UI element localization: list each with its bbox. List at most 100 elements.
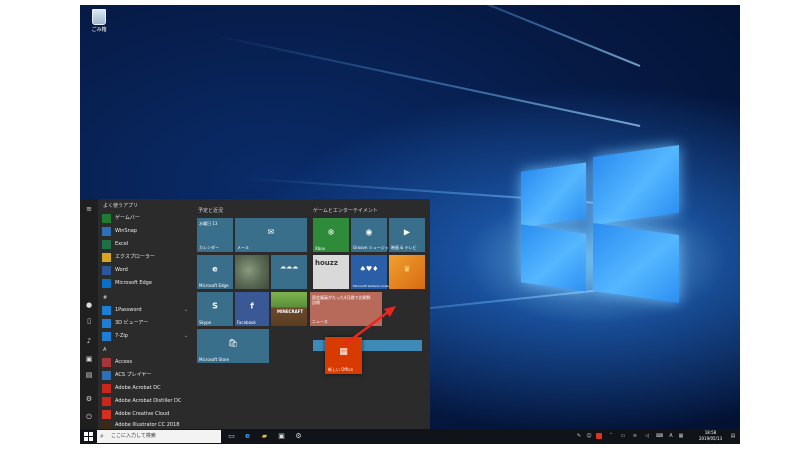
pictures-icon[interactable]: ▣ (85, 355, 93, 363)
skype-icon: S (212, 301, 218, 311)
recycle-bin-shortcut[interactable]: ごみ箱 (88, 9, 110, 33)
mail-tile[interactable]: ✉ メール (235, 218, 307, 252)
movies-tile[interactable]: ▶ 映画 & テレビ (389, 218, 425, 252)
list-item[interactable]: 1Password ⌄ (102, 305, 194, 316)
list-item[interactable]: Microsoft Edge (102, 278, 194, 289)
weather-tile[interactable]: ☁☁☁ (271, 255, 307, 289)
windows-logo-pane (593, 144, 679, 226)
distiller-icon (102, 397, 111, 406)
word-icon (102, 266, 111, 275)
minecraft-tile[interactable]: MINECRAFT (271, 292, 307, 326)
1password-icon (102, 306, 111, 315)
ime-mode-icon[interactable]: ▦ (678, 433, 684, 439)
settings-icon[interactable]: ⚙ (294, 432, 303, 441)
king-game-tile[interactable]: ♛ (389, 255, 425, 289)
search-box[interactable]: ⌕ ここに入力して検索 (97, 430, 221, 443)
list-item[interactable]: 7-Zip ⌄ (102, 331, 194, 342)
chevron-up-icon[interactable]: ˄ (608, 433, 614, 439)
keyboard-icon[interactable]: ⌨ (656, 433, 663, 439)
app-tray-icon[interactable] (596, 433, 602, 439)
clock-date: 2019/05/13 (698, 436, 722, 441)
documents-icon[interactable]: ▯ (85, 317, 93, 325)
section-header-a[interactable]: A (103, 347, 106, 353)
notification-icon[interactable]: ▤ (730, 433, 736, 439)
winsnap-icon (102, 227, 111, 236)
ime-icon[interactable]: A (668, 433, 674, 439)
pen-icon[interactable]: ✎ (576, 433, 582, 439)
list-item[interactable]: WinSnap (102, 226, 194, 237)
network-icon[interactable]: ≋ (632, 433, 638, 439)
power-icon[interactable]: ⏻ (85, 413, 93, 421)
desktop: ごみ箱 ≡ ● ▯ ♪ ▣ ▤ ⚙ ⏻ よく使うアプリ ゲームバー WinSna… (80, 5, 740, 444)
people-icon[interactable]: ☺ (586, 433, 592, 439)
settings-icon[interactable]: ⚙ (85, 395, 93, 403)
annotation-arrow (343, 306, 396, 346)
access-icon (102, 358, 111, 367)
facebook-icon: f (250, 301, 254, 311)
store-tile[interactable]: 🛍 Microsoft Store (197, 329, 269, 363)
chevron-down-icon[interactable]: ⌄ (184, 305, 188, 316)
facebook-tile[interactable]: f Facebook (235, 292, 269, 326)
windows-start-icon[interactable] (84, 432, 93, 441)
hamburger-icon[interactable]: ≡ (85, 205, 93, 213)
list-item[interactable]: Adobe Creative Cloud (102, 409, 194, 420)
list-item[interactable]: ACS プレイヤー (102, 370, 194, 381)
store-icon: 🛍 (227, 338, 239, 348)
section-header-hash[interactable]: # (103, 295, 107, 301)
acs-player-icon (102, 371, 111, 380)
list-item[interactable]: Adobe Acrobat Distiller DC (102, 396, 194, 407)
calendar-tile[interactable]: 水曜日 13 カレンダー (197, 218, 233, 252)
list-item[interactable]: ゲームバー (102, 213, 194, 224)
edge-icon[interactable]: e (243, 432, 252, 441)
solitaire-tile[interactable]: ♠♥♦ Microsoft Solitaire Collection (351, 255, 396, 289)
cards-icon: ♠♥♦ (359, 265, 379, 274)
battery-icon[interactable]: ▭ (620, 433, 626, 439)
file-explorer-icon (102, 253, 111, 262)
groove-tile[interactable]: ◉ Groove ミュージック (351, 218, 393, 252)
7zip-icon (102, 332, 111, 341)
excel-icon (102, 240, 111, 249)
list-item[interactable]: エクスプローラー (102, 252, 194, 263)
skype-tile[interactable]: S Skype (197, 292, 233, 326)
edge-icon (102, 279, 111, 288)
taskbar: ⌕ ここに入力して検索 ▭ e ▰ ▣ ⚙ ✎ ☺ ˄ ▭ ≋ ◁ ⌨ A ▦ … (80, 429, 740, 444)
houzz-tile[interactable]: houzz (313, 255, 349, 289)
weather-icon: ☁☁☁ (280, 263, 298, 271)
recycle-bin-label: ごみ箱 (91, 27, 107, 33)
music-icon[interactable]: ♪ (85, 337, 93, 345)
task-view-icon[interactable]: ▭ (227, 432, 236, 441)
list-item[interactable]: Excel (102, 239, 194, 250)
store-icon[interactable]: ▣ (277, 432, 286, 441)
game-bar-icon (102, 214, 111, 223)
film-icon: ▶ (403, 227, 411, 237)
recycle-bin-icon (92, 9, 106, 25)
xbox-tile[interactable]: ⊗ Xbox (313, 218, 349, 252)
apps-header: よく使うアプリ (103, 203, 139, 209)
list-item[interactable]: 3D ビューアー (102, 318, 194, 329)
edge-tile[interactable]: e Microsoft Edge (197, 255, 233, 289)
groove-music-icon: ◉ (365, 227, 373, 237)
tile-group-header[interactable]: ゲームとエンターテイメント (313, 207, 378, 214)
crown-icon: ♛ (403, 264, 411, 274)
list-item[interactable]: Word (102, 265, 194, 276)
mail-icon: ✉ (267, 227, 275, 237)
windows-logo-pane (521, 224, 586, 292)
clock[interactable]: 18:58 2019/05/13 (699, 430, 722, 442)
volume-icon[interactable]: ◁ (644, 433, 650, 439)
3d-viewer-icon (102, 319, 111, 328)
list-item[interactable]: Access (102, 357, 194, 368)
edge-icon: e (212, 264, 218, 274)
list-item[interactable]: Adobe Acrobat DC (102, 383, 194, 394)
acrobat-icon (102, 384, 111, 393)
light-beam (398, 5, 641, 67)
photos-tile[interactable] (235, 255, 269, 289)
chevron-down-icon[interactable]: ⌄ (184, 331, 188, 342)
tile-group-header[interactable]: 予定と近況 (198, 207, 223, 214)
video-icon[interactable]: ▤ (85, 371, 93, 379)
start-menu-rail: ≡ ● ▯ ♪ ▣ ▤ ⚙ ⏻ (80, 199, 98, 429)
file-explorer-icon[interactable]: ▰ (260, 432, 269, 441)
search-input[interactable]: ここに入力して検索 (111, 430, 156, 443)
user-icon[interactable]: ● (85, 301, 93, 309)
app-list: よく使うアプリ ゲームバー WinSnap Excel エクスプローラー Wor… (100, 199, 194, 430)
creative-cloud-icon (102, 410, 111, 419)
